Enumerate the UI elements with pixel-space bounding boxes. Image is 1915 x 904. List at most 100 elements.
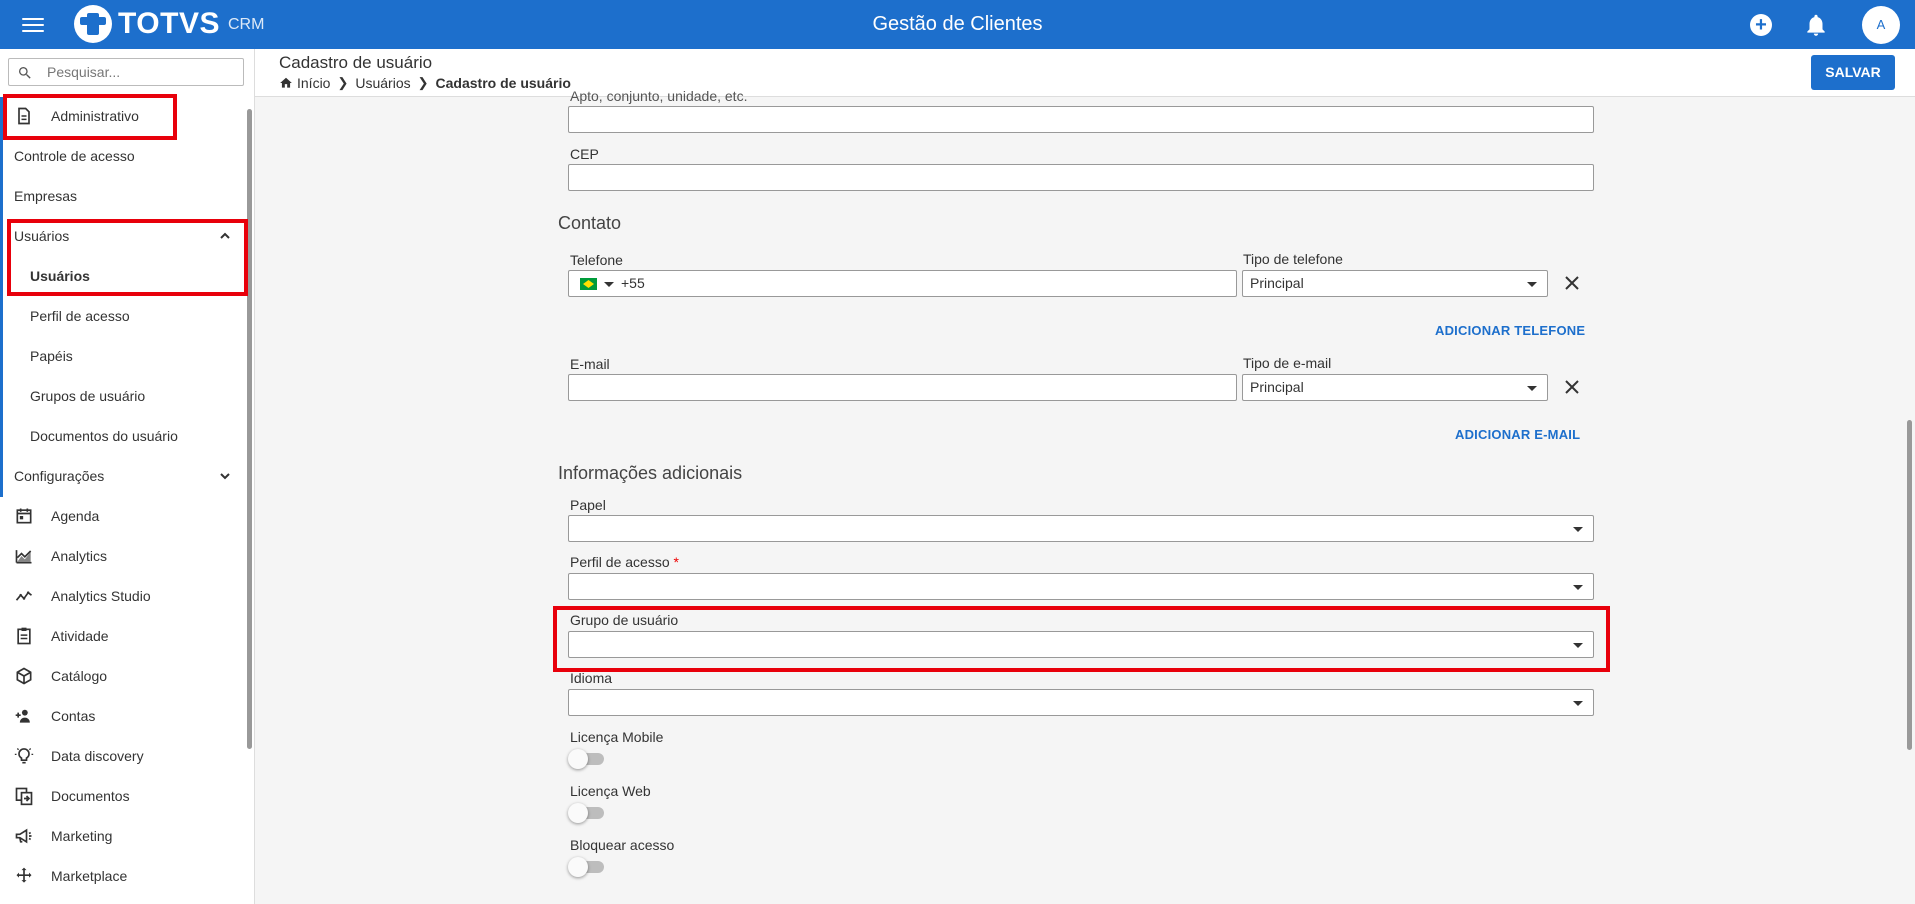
logo-subtext: CRM	[227, 16, 265, 33]
sidebar-item-label: Controle de acesso	[14, 148, 135, 164]
breadcrumb-item-usuarios[interactable]: Usuários	[355, 75, 410, 91]
megaphone-icon	[15, 828, 32, 844]
sidebar-item-label: Documentos	[51, 788, 130, 804]
idioma-select[interactable]	[568, 689, 1594, 716]
sidebar-item-usuarios[interactable]: Usuários	[0, 256, 245, 296]
sidebar-item-usuarios-group[interactable]: Usuários	[0, 216, 245, 256]
toggle-knob	[568, 749, 588, 769]
papel-label: Papel	[570, 497, 606, 513]
tipo-telefone-select[interactable]: Principal	[1242, 270, 1548, 297]
sidebar-item-label: Empresas	[14, 188, 78, 204]
sidebar-item-controle-de-acesso[interactable]: Controle de acesso	[0, 136, 245, 176]
hamburger-menu-icon[interactable]	[22, 14, 44, 34]
tipo-telefone-label: Tipo de telefone	[1243, 251, 1343, 267]
caret-down-icon	[1527, 386, 1537, 391]
sidebar-scrollbar[interactable]	[247, 109, 252, 749]
sidebar-item-marketing[interactable]: Marketing	[0, 816, 245, 856]
sidebar-item-documentos-do-usuario[interactable]: Documentos do usuário	[0, 416, 245, 456]
move-arrows-icon	[16, 867, 32, 883]
toggle-knob	[568, 803, 588, 823]
tipo-email-value: Principal	[1250, 379, 1304, 395]
search-input[interactable]	[47, 62, 237, 82]
sidebar-item-label: Papéis	[30, 348, 73, 364]
tipo-email-label: Tipo de e-mail	[1243, 355, 1332, 371]
sidebar-item-analytics[interactable]: Analytics	[0, 536, 245, 576]
cep-label: CEP	[570, 146, 599, 162]
sidebar-item-label: Analytics Studio	[51, 588, 151, 604]
add-phone-button[interactable]: ADICIONAR TELEFONE	[1435, 323, 1585, 338]
totvs-logo[interactable]: TOTVS CRM	[74, 5, 264, 43]
main-scrollbar[interactable]	[1907, 420, 1912, 750]
email-input[interactable]	[568, 374, 1237, 401]
telefone-input[interactable]: +55	[568, 270, 1237, 297]
sidebar-item-analytics-studio[interactable]: Analytics Studio	[0, 576, 245, 616]
close-icon[interactable]	[1564, 379, 1580, 395]
caret-down-icon	[1573, 643, 1583, 648]
chevron-down-icon	[220, 473, 230, 480]
breadcrumb-item-current: Cadastro de usuário	[435, 75, 571, 91]
calendar-icon	[16, 508, 32, 524]
sidebar: Administrativo Controle de acesso Empres…	[0, 49, 255, 904]
address-complement-input[interactable]	[568, 106, 1594, 133]
licenca-web-toggle[interactable]	[568, 803, 604, 823]
logo-text: TOTVS	[118, 7, 220, 40]
totvs-logo-icon	[74, 5, 112, 43]
caret-down-icon	[1573, 527, 1583, 532]
cep-input[interactable]	[568, 164, 1594, 191]
breadcrumb-item-inicio[interactable]: Início	[297, 75, 330, 91]
documents-icon	[15, 787, 33, 806]
sidebar-item-label: Atividade	[51, 628, 109, 644]
sidebar-item-label: Analytics	[51, 548, 108, 564]
section-title-contato: Contato	[558, 213, 622, 233]
sidebar-item-label: Marketplace	[51, 868, 128, 884]
sidebar-item-marketplace[interactable]: Marketplace	[0, 856, 245, 896]
chevron-up-icon	[220, 232, 230, 239]
chevron-right-icon: ❯	[337, 75, 349, 90]
sidebar-item-label: Perfil de acesso	[30, 308, 130, 324]
sidebar-item-administrativo[interactable]: Administrativo	[0, 96, 245, 136]
caret-down-icon[interactable]	[604, 282, 614, 287]
section-title-informacoes-adicionais: Informações adicionais	[558, 463, 743, 483]
add-email-button[interactable]: ADICIONAR E-MAIL	[1455, 427, 1580, 442]
save-button[interactable]: SALVAR	[1811, 55, 1895, 90]
app-title: Gestão de Clientes	[872, 13, 1043, 35]
caret-down-icon	[1527, 282, 1537, 287]
sidebar-item-atividade[interactable]: Atividade	[0, 616, 245, 656]
area-chart-icon	[15, 550, 32, 564]
perfil-de-acesso-label: Perfil de acesso *	[570, 554, 679, 570]
sidebar-item-label: Configurações	[14, 468, 105, 484]
add-circle-icon[interactable]	[1748, 12, 1774, 38]
sidebar-item-documentos[interactable]: Documentos	[0, 776, 245, 816]
bloquear-acesso-toggle[interactable]	[568, 857, 604, 877]
sidebar-item-configuracoes[interactable]: Configurações	[0, 456, 245, 496]
licenca-mobile-toggle[interactable]	[568, 749, 604, 769]
tipo-email-select[interactable]: Principal	[1242, 374, 1548, 401]
sidebar-item-catalogo[interactable]: Catálogo	[0, 656, 245, 696]
sidebar-item-empresas[interactable]: Empresas	[0, 176, 245, 216]
address-complement-label: Apto, conjunto, unidade, etc.	[570, 88, 748, 104]
sidebar-item-perfil-de-acesso[interactable]: Perfil de acesso	[0, 296, 245, 336]
brazil-flag-icon[interactable]	[580, 278, 597, 290]
sidebar-item-label: Agenda	[51, 508, 100, 524]
sidebar-item-label: Catálogo	[51, 668, 108, 684]
telefone-value: +55	[621, 275, 645, 291]
notifications-bell-icon[interactable]	[1803, 12, 1829, 38]
caret-down-icon	[1573, 585, 1583, 590]
perfil-de-acesso-select[interactable]	[568, 573, 1594, 600]
sidebar-search[interactable]	[8, 58, 244, 86]
line-chart-icon	[15, 591, 32, 601]
sidebar-item-contas[interactable]: Contas	[0, 696, 245, 736]
grupo-de-usuario-label: Grupo de usuário	[570, 612, 679, 628]
sidebar-item-papeis[interactable]: Papéis	[0, 336, 245, 376]
sidebar-item-agenda[interactable]: Agenda	[0, 496, 245, 536]
sidebar-item-label: Usuários	[14, 228, 70, 244]
telefone-label: Telefone	[570, 252, 623, 268]
sidebar-item-data-discovery[interactable]: Data discovery	[0, 736, 245, 776]
user-avatar[interactable]: A	[1862, 6, 1900, 44]
close-icon[interactable]	[1564, 275, 1580, 291]
licenca-web-label: Licença Web	[570, 783, 651, 799]
grupo-de-usuario-select[interactable]	[568, 631, 1594, 658]
sidebar-item-label: Administrativo	[51, 108, 139, 124]
sidebar-item-grupos-de-usuario[interactable]: Grupos de usuário	[0, 376, 245, 416]
papel-select[interactable]	[568, 515, 1594, 542]
